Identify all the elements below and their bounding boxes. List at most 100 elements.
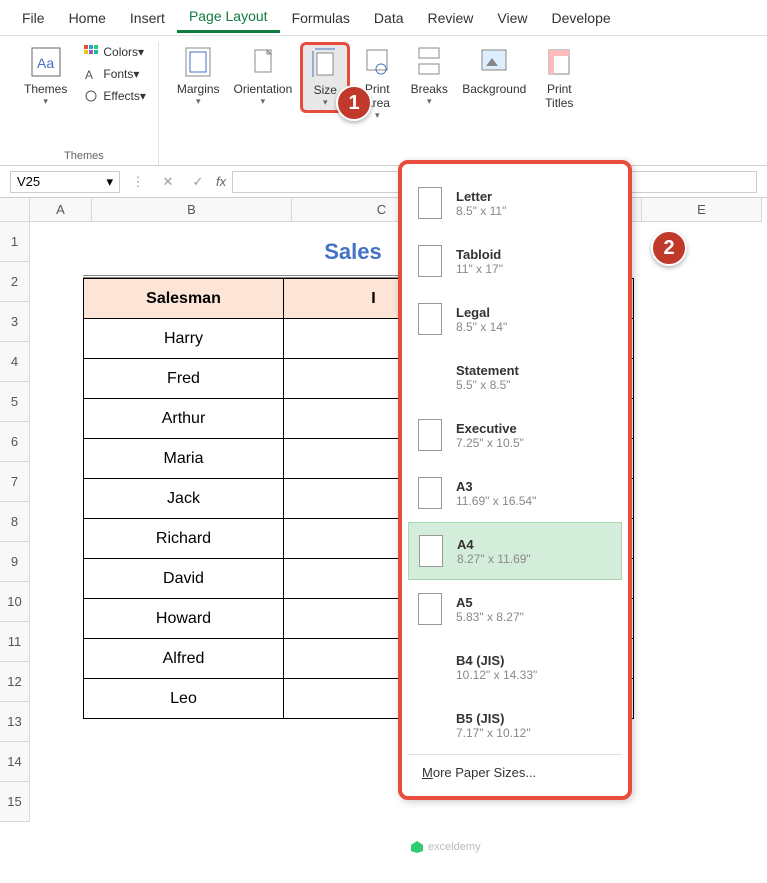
- print-area-icon: [361, 46, 393, 78]
- page-icon: [418, 651, 442, 683]
- menu-bar: File Home Insert Page Layout Formulas Da…: [0, 0, 767, 36]
- size-option-legal[interactable]: Legal8.5" x 14": [408, 290, 622, 348]
- row-header[interactable]: 10: [0, 582, 30, 622]
- row-header[interactable]: 11: [0, 622, 30, 662]
- table-header[interactable]: Salesman: [84, 279, 284, 319]
- svg-text:Aa: Aa: [37, 55, 54, 71]
- watermark-icon: [410, 840, 424, 854]
- themes-button[interactable]: Aa Themes ▾: [18, 42, 73, 111]
- chevron-down-icon: ▾: [106, 174, 113, 190]
- row-header[interactable]: 9: [0, 542, 30, 582]
- row-header[interactable]: 3: [0, 302, 30, 342]
- orientation-icon: [247, 46, 279, 78]
- size-option-a3[interactable]: A311.69" x 16.54": [408, 464, 622, 522]
- name-box[interactable]: V25 ▾: [10, 171, 120, 193]
- tab-home[interactable]: Home: [57, 4, 118, 32]
- page-icon: [418, 419, 442, 451]
- fonts-button[interactable]: A Fonts ▾: [79, 64, 150, 84]
- effects-button[interactable]: Effects ▾: [79, 86, 150, 106]
- effects-icon: [83, 88, 99, 104]
- page-icon: [418, 709, 442, 741]
- size-option-a5[interactable]: A55.83" x 8.27": [408, 580, 622, 638]
- margins-icon: [182, 46, 214, 78]
- row-header[interactable]: 13: [0, 702, 30, 742]
- ribbon: Aa Themes ▾ Colors ▾ A Fonts ▾ Effects ▾: [0, 36, 767, 166]
- size-icon: [309, 47, 341, 79]
- table-cell[interactable]: Jack: [84, 479, 284, 519]
- table-cell[interactable]: Maria: [84, 439, 284, 479]
- ribbon-group-themes: Aa Themes ▾ Colors ▾ A Fonts ▾ Effects ▾: [10, 42, 158, 165]
- page-icon: [418, 245, 442, 277]
- fx-icon[interactable]: fx: [216, 174, 226, 189]
- page-icon: [418, 361, 442, 393]
- row-header[interactable]: 8: [0, 502, 30, 542]
- spreadsheet: 1 2 3 4 5 6 7 8 9 10 11 12 13 14 15 A B …: [0, 198, 767, 822]
- tab-developer[interactable]: Develope: [540, 4, 623, 32]
- table-cell[interactable]: Arthur: [84, 399, 284, 439]
- svg-text:A: A: [85, 68, 93, 81]
- table-cell[interactable]: Alfred: [84, 639, 284, 679]
- page-icon: [419, 535, 443, 567]
- size-dropdown: Letter8.5" x 11" Tabloid11" x 17" Legal8…: [398, 160, 632, 800]
- tab-data[interactable]: Data: [362, 4, 416, 32]
- themes-icon: Aa: [30, 46, 62, 78]
- table-cell[interactable]: David: [84, 559, 284, 599]
- row-headers: 1 2 3 4 5 6 7 8 9 10 11 12 13 14 15: [0, 198, 30, 822]
- row-header[interactable]: 4: [0, 342, 30, 382]
- column-header[interactable]: E: [642, 198, 762, 222]
- table-cell[interactable]: Howard: [84, 599, 284, 639]
- background-icon: [478, 46, 510, 78]
- themes-group-label: Themes: [64, 147, 104, 165]
- table-cell[interactable]: Fred: [84, 359, 284, 399]
- row-header[interactable]: 14: [0, 742, 30, 782]
- more-paper-sizes[interactable]: More Paper Sizes...: [408, 754, 622, 790]
- select-all-cell[interactable]: [0, 198, 30, 222]
- breaks-button[interactable]: Breaks▾: [404, 42, 454, 111]
- formula-bar: V25 ▾ ⋮ ✕ ✓ fx: [0, 166, 767, 198]
- size-option-letter[interactable]: Letter8.5" x 11": [408, 174, 622, 232]
- column-header[interactable]: A: [30, 198, 92, 222]
- table-cell[interactable]: Leo: [84, 679, 284, 719]
- page-icon: [418, 593, 442, 625]
- print-titles-button[interactable]: Print Titles: [534, 42, 584, 114]
- watermark: exceldemy: [410, 840, 481, 854]
- tab-page-layout[interactable]: Page Layout: [177, 2, 280, 33]
- tab-insert[interactable]: Insert: [118, 4, 177, 32]
- row-header[interactable]: 1: [0, 222, 30, 262]
- size-option-a4[interactable]: A48.27" x 11.69": [408, 522, 622, 580]
- annotation-badge-1: 1: [336, 85, 372, 121]
- tab-formulas[interactable]: Formulas: [280, 4, 362, 32]
- page-icon: [418, 303, 442, 335]
- tab-view[interactable]: View: [485, 4, 539, 32]
- row-header[interactable]: 15: [0, 782, 30, 822]
- row-header[interactable]: 6: [0, 422, 30, 462]
- ribbon-group-page-setup: Margins▾ Orientation▾ Size▾ Print Area▾ …: [158, 42, 592, 165]
- tab-file[interactable]: File: [10, 4, 57, 32]
- table-cell[interactable]: Richard: [84, 519, 284, 559]
- page-icon: [418, 477, 442, 509]
- row-header[interactable]: 12: [0, 662, 30, 702]
- table-cell[interactable]: Harry: [84, 319, 284, 359]
- background-button[interactable]: Background: [456, 42, 532, 100]
- formula-separator: ⋮: [126, 170, 150, 194]
- enter-icon[interactable]: ✓: [186, 170, 210, 194]
- size-option-tabloid[interactable]: Tabloid11" x 17": [408, 232, 622, 290]
- cancel-icon[interactable]: ✕: [156, 170, 180, 194]
- colors-icon: [83, 44, 99, 60]
- size-option-statement[interactable]: Statement5.5" x 8.5": [408, 348, 622, 406]
- row-header[interactable]: 2: [0, 262, 30, 302]
- size-option-executive[interactable]: Executive7.25" x 10.5": [408, 406, 622, 464]
- orientation-button[interactable]: Orientation▾: [228, 42, 299, 111]
- column-header[interactable]: B: [92, 198, 292, 222]
- row-header[interactable]: 5: [0, 382, 30, 422]
- margins-button[interactable]: Margins▾: [171, 42, 226, 111]
- breaks-icon: [413, 46, 445, 78]
- size-option-b4[interactable]: B4 (JIS)10.12" x 14.33": [408, 638, 622, 696]
- colors-button[interactable]: Colors ▾: [79, 42, 150, 62]
- annotation-badge-2: 2: [651, 230, 687, 266]
- print-titles-icon: [543, 46, 575, 78]
- tab-review[interactable]: Review: [416, 4, 486, 32]
- size-option-b5[interactable]: B5 (JIS)7.17" x 10.12": [408, 696, 622, 754]
- page-icon: [418, 187, 442, 219]
- row-header[interactable]: 7: [0, 462, 30, 502]
